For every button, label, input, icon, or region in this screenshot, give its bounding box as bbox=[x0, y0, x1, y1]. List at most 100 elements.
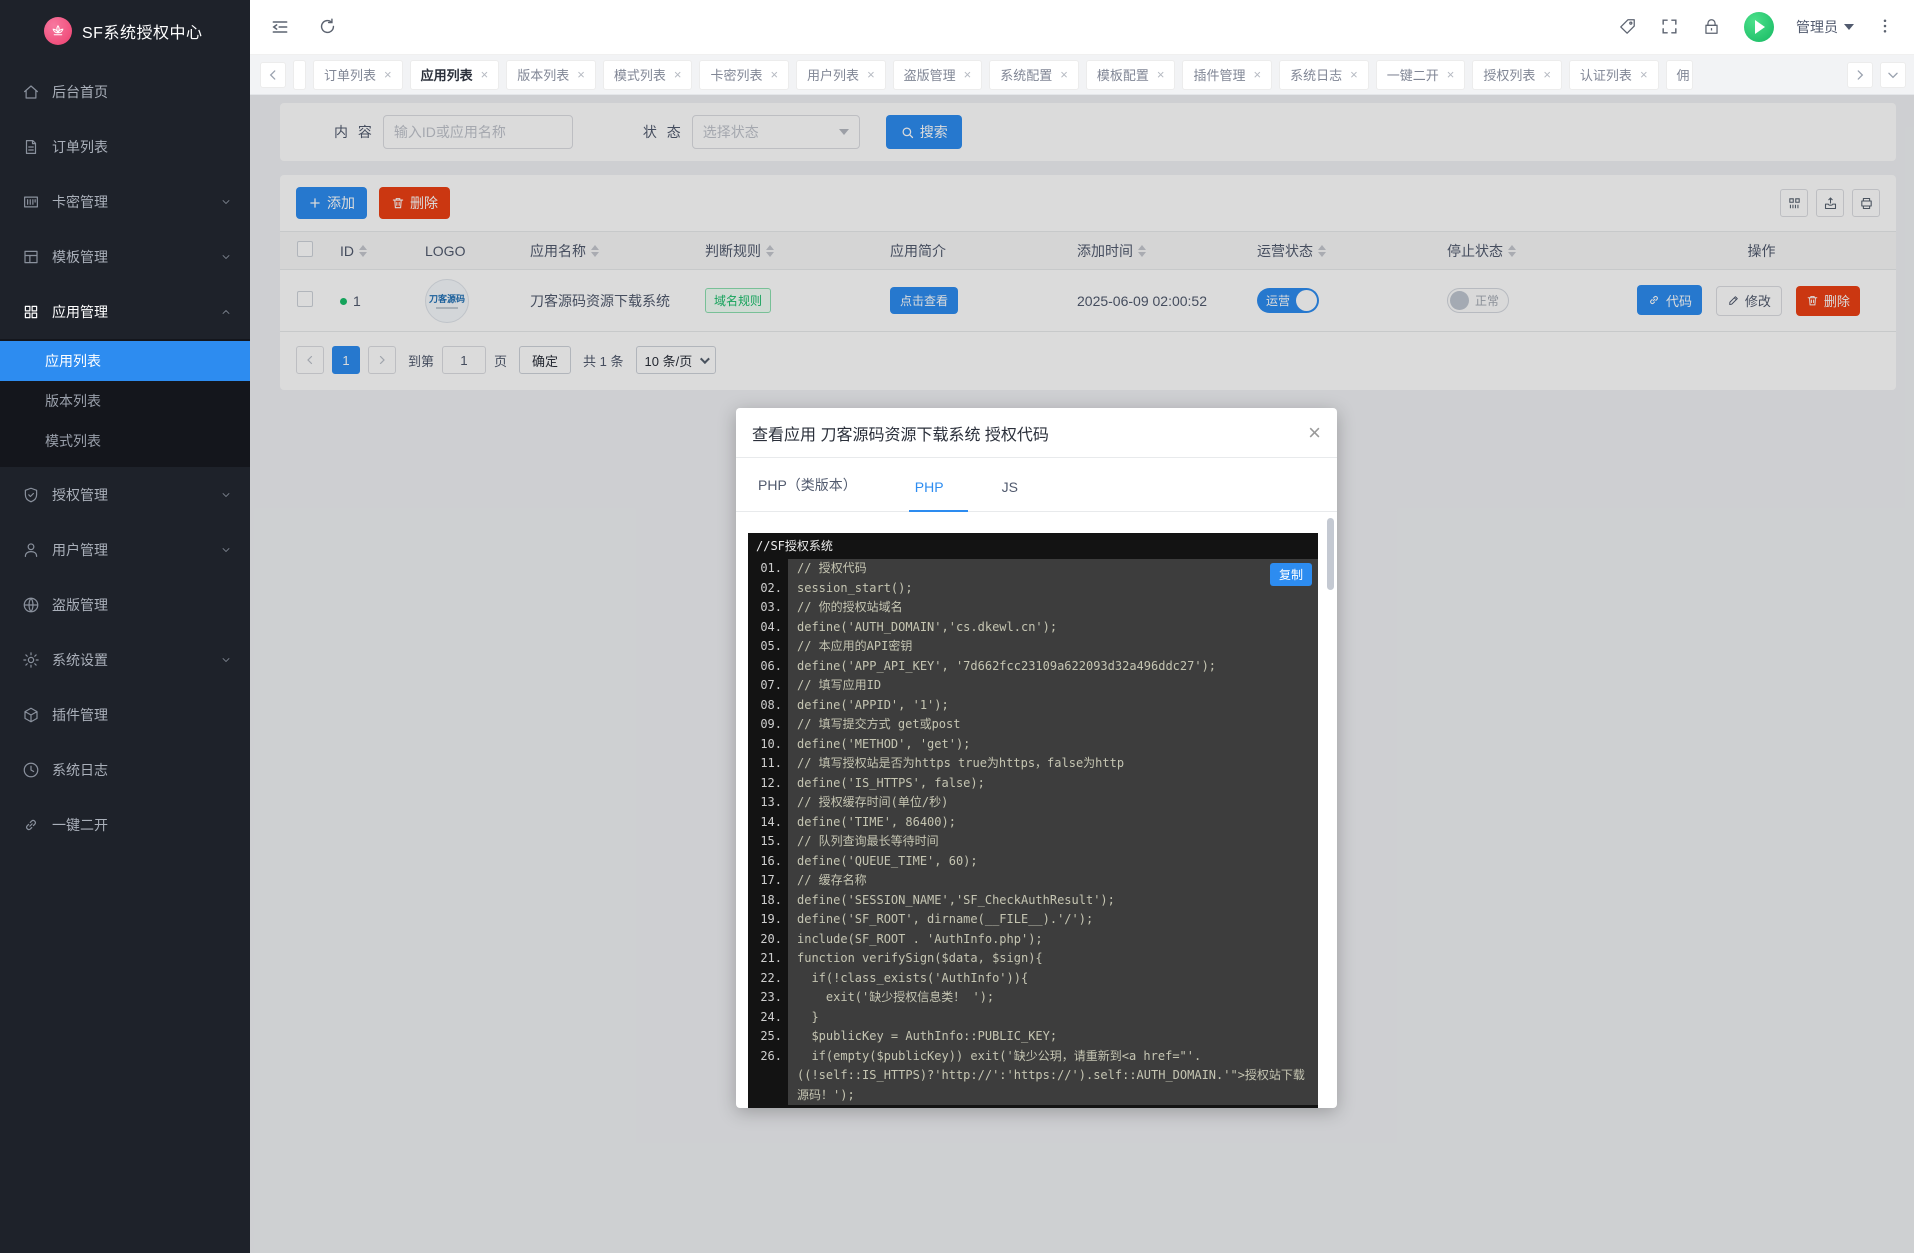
tab-close-icon[interactable]: × bbox=[1447, 67, 1455, 82]
code-line: 01.// 授权代码 bbox=[748, 559, 1318, 579]
code-header: //SF授权系统 bbox=[756, 539, 833, 553]
tab-close-icon[interactable]: × bbox=[674, 67, 682, 82]
code-line: 21. function verifySign($data, $sign){ bbox=[748, 949, 1318, 969]
code-line: 18. define('SESSION_NAME','SF_CheckAuthRe… bbox=[748, 890, 1318, 910]
modal-tab-JS[interactable]: JS bbox=[996, 479, 1042, 511]
card-icon bbox=[22, 193, 40, 211]
code-line: 04. define('AUTH_DOMAIN','cs.dkewl.cn'); bbox=[748, 617, 1318, 637]
code-line: 22. if(!class_exists('AuthInfo')){ bbox=[748, 968, 1318, 988]
copy-button[interactable]: 复制 bbox=[1269, 563, 1312, 586]
content-area: 内 容 状 态 选择状态 搜索 添加 bbox=[250, 95, 1914, 1253]
tab-close-icon[interactable]: × bbox=[770, 67, 778, 82]
collapse-sidebar-icon[interactable] bbox=[270, 17, 290, 37]
tab-close-icon[interactable]: × bbox=[1350, 67, 1358, 82]
code-line: 09.// 填写提交方式 get或post bbox=[748, 715, 1318, 735]
sidebar-item-后台首页[interactable]: 后台首页 bbox=[0, 64, 250, 119]
tab-clipped[interactable] bbox=[293, 59, 306, 90]
tab-系统配置[interactable]: 系统配置 × bbox=[989, 59, 1079, 90]
modal-tab-PHP[interactable]: PHP bbox=[908, 479, 968, 512]
tab-版本列表[interactable]: 版本列表 × bbox=[506, 59, 596, 90]
tab-授权列表[interactable]: 授权列表 × bbox=[1472, 59, 1562, 90]
close-icon[interactable]: × bbox=[1308, 421, 1321, 444]
tab-模式列表[interactable]: 模式列表 × bbox=[602, 59, 693, 90]
sidebar-item-应用管理[interactable]: 应用管理 bbox=[0, 284, 250, 339]
lock-icon[interactable] bbox=[1702, 17, 1722, 37]
user-icon bbox=[22, 541, 40, 559]
sidebar-item-用户管理[interactable]: 用户管理 bbox=[0, 522, 250, 577]
home-icon bbox=[22, 83, 40, 101]
refresh-icon[interactable] bbox=[318, 17, 338, 37]
apps-icon bbox=[22, 303, 40, 321]
tab-bar: 订单列表 × 应用列表 × 版本列表 × 模式列表 × 卡密列表 × 用户列表 × 盗版管理 × 系统配置 ×… bbox=[250, 55, 1914, 95]
sidebar-item-一键二开[interactable]: 一键二开 bbox=[0, 797, 250, 852]
tab-应用列表[interactable]: 应用列表 × bbox=[409, 59, 500, 90]
code-line: 17.// 缓存名称 bbox=[748, 871, 1318, 891]
sidebar-item-订单列表[interactable]: 订单列表 bbox=[0, 119, 250, 174]
tab-系统日志[interactable]: 系统日志 × bbox=[1279, 59, 1369, 90]
tag-icon[interactable] bbox=[1618, 17, 1638, 37]
code-line: 05.// 本应用的API密钥 bbox=[748, 637, 1318, 657]
tab-close-icon[interactable]: × bbox=[867, 67, 875, 82]
fullscreen-icon[interactable] bbox=[1660, 17, 1680, 37]
tab-close-icon[interactable]: × bbox=[577, 67, 585, 82]
tab-佣[interactable]: 佣 bbox=[1665, 59, 1693, 90]
tab-模板配置[interactable]: 模板配置 × bbox=[1085, 59, 1176, 90]
code-lines: 01.// 授权代码 02. session_start(); 03.// 你的授权站… bbox=[748, 559, 1318, 1105]
tabs-scroll-left-icon[interactable] bbox=[260, 61, 286, 88]
topbar-right: 管理员 bbox=[1618, 12, 1896, 42]
sidebar-item-系统设置[interactable]: 系统设置 bbox=[0, 632, 250, 687]
modal-tab-PHP（类版本）[interactable]: PHP（类版本） bbox=[752, 475, 881, 511]
chevron-down-icon bbox=[220, 251, 232, 263]
sidebar-item-插件管理[interactable]: 插件管理 bbox=[0, 687, 250, 742]
sidebar-menu: 后台首页 订单列表 卡密管理 模板管理 应用管理 应用列表 版本列表 模式列表授权管理 用户管理… bbox=[0, 62, 250, 1253]
caret-down-icon bbox=[1844, 24, 1854, 30]
sidebar-subitem-模式列表[interactable]: 模式列表 bbox=[0, 421, 250, 461]
code-line: 03.// 你的授权站域名 bbox=[748, 598, 1318, 618]
sidebar-subitem-应用列表[interactable]: 应用列表 bbox=[0, 341, 250, 381]
tab-盗版管理[interactable]: 盗版管理 × bbox=[892, 59, 983, 90]
tab-close-icon[interactable]: × bbox=[384, 67, 392, 82]
auth-code-modal: 查看应用 刀客源码资源下载系统 授权代码 × PHP（类版本） PHP JS //S… bbox=[736, 408, 1337, 1108]
tab-一键二开[interactable]: 一键二开 × bbox=[1375, 59, 1466, 90]
modal-body: //SF授权系统 01.// 授权代码 02. session_start(); 03… bbox=[736, 512, 1337, 1108]
tab-close-icon[interactable]: × bbox=[1254, 67, 1262, 82]
main-column: 管理员 订单列表 × 应用列表 × 版本列表 × 模式列表 × 卡密列表 × 用户列表 × 盗版管理 × 系… bbox=[250, 0, 1914, 1253]
tab-认证列表[interactable]: 认证列表 × bbox=[1568, 59, 1659, 90]
tab-订单列表[interactable]: 订单列表 × bbox=[313, 59, 403, 90]
sidebar-item-模板管理[interactable]: 模板管理 bbox=[0, 229, 250, 284]
modal-title: 查看应用 刀客源码资源下载系统 授权代码 bbox=[752, 426, 1049, 444]
brand: SF系统授权中心 bbox=[0, 0, 250, 62]
tab-卡密列表[interactable]: 卡密列表 × bbox=[699, 59, 790, 90]
code-line: 12. define('IS_HTTPS', false); bbox=[748, 773, 1318, 793]
tab-close-icon[interactable]: × bbox=[481, 67, 489, 82]
modal-scrollbar-thumb[interactable] bbox=[1327, 518, 1334, 590]
code-line: 24. } bbox=[748, 1007, 1318, 1027]
user-avatar[interactable] bbox=[1744, 12, 1774, 42]
admin-name: 管理员 bbox=[1796, 19, 1838, 35]
code-line: 02. session_start(); bbox=[748, 578, 1318, 598]
admin-menu[interactable]: 管理员 bbox=[1796, 17, 1854, 37]
tab-close-icon[interactable]: × bbox=[1640, 67, 1648, 82]
template-icon bbox=[22, 248, 40, 266]
sidebar-subitem-版本列表[interactable]: 版本列表 bbox=[0, 381, 250, 421]
tab-插件管理[interactable]: 插件管理 × bbox=[1182, 59, 1273, 90]
code-line: 15.// 队列查询最长等待时间 bbox=[748, 832, 1318, 852]
sidebar-item-系统日志[interactable]: 系统日志 bbox=[0, 742, 250, 797]
tab-close-icon[interactable]: × bbox=[964, 67, 972, 82]
code-line: 26. if(empty($publicKey)) exit('缺少公玥，请重新… bbox=[748, 1046, 1318, 1105]
sidebar-item-盗版管理[interactable]: 盗版管理 bbox=[0, 577, 250, 632]
gear-icon bbox=[22, 651, 40, 669]
tab-close-icon[interactable]: × bbox=[1543, 67, 1551, 82]
tabs-scroll-right-icon[interactable] bbox=[1847, 61, 1873, 88]
sidebar-item-卡密管理[interactable]: 卡密管理 bbox=[0, 174, 250, 229]
tab-用户列表[interactable]: 用户列表 × bbox=[796, 59, 886, 90]
tab-close-icon[interactable]: × bbox=[1060, 67, 1068, 82]
tabs-menu-icon[interactable] bbox=[1880, 61, 1906, 88]
shield-icon bbox=[22, 486, 40, 504]
topbar: 管理员 bbox=[250, 0, 1914, 55]
more-icon[interactable] bbox=[1876, 17, 1896, 37]
chevron-down-icon bbox=[220, 654, 232, 666]
sidebar-item-授权管理[interactable]: 授权管理 bbox=[0, 467, 250, 522]
topbar-left bbox=[270, 17, 338, 37]
tab-close-icon[interactable]: × bbox=[1157, 67, 1165, 82]
